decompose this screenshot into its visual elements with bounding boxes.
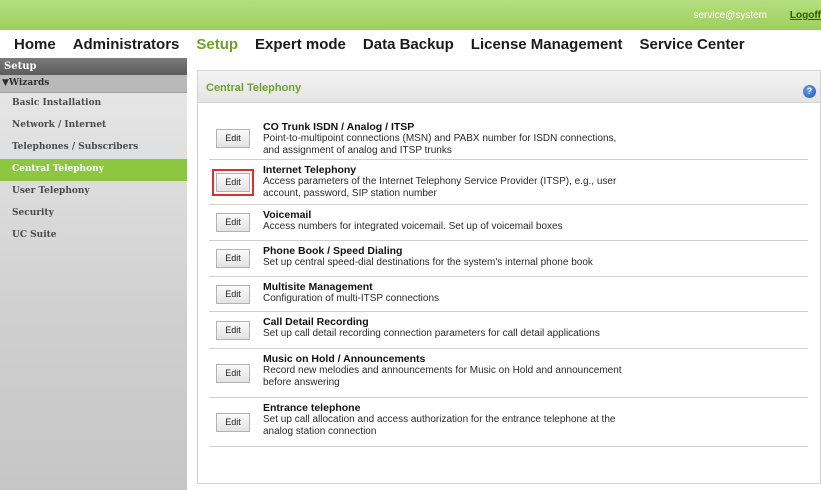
help-icon[interactable]: ? — [803, 85, 816, 98]
wizard-row-multisite: Edit Multisite Management Configuration … — [209, 277, 808, 312]
wizard-list: Edit CO Trunk ISDN / Analog / ITSP Point… — [209, 117, 808, 447]
wizard-description: Record new melodies and announcements fo… — [263, 365, 622, 376]
nav-data-backup[interactable]: Data Backup — [363, 36, 454, 53]
edit-button-entrance-telephone[interactable]: Edit — [216, 413, 250, 432]
wizard-row-entrance-telephone: Edit Entrance telephone Set up call allo… — [209, 398, 808, 447]
sidebar-item-network-internet[interactable]: Network / Internet — [0, 115, 187, 137]
wizard-description: and assignment of analog and ITSP trunks — [263, 145, 452, 156]
wizard-title: Call Detail Recording — [263, 316, 369, 328]
wizard-title: Voicemail — [263, 209, 312, 221]
wizard-row-phone-book: Edit Phone Book / Speed Dialing Set up c… — [209, 241, 808, 277]
wizards-toggle[interactable]: ▼Wizards — [0, 75, 187, 93]
central-telephony-panel: Central Telephony ? Edit CO Trunk ISDN /… — [197, 70, 821, 484]
wizard-title: CO Trunk ISDN / Analog / ITSP — [263, 121, 415, 133]
wizard-description: Access numbers for integrated voicemail.… — [263, 221, 563, 232]
edit-button-multisite[interactable]: Edit — [216, 285, 250, 304]
edit-button-co-trunk[interactable]: Edit — [216, 129, 250, 148]
top-bar: service@system Logoff — [0, 0, 821, 30]
wizard-row-internet-telephony: Edit Internet Telephony Access parameter… — [209, 160, 808, 205]
wizard-row-co-trunk: Edit CO Trunk ISDN / Analog / ITSP Point… — [209, 117, 808, 160]
wizard-description: analog station connection — [263, 426, 377, 437]
sidebar-item-central-telephony[interactable]: Central Telephony — [0, 159, 187, 181]
wizard-title: Phone Book / Speed Dialing — [263, 245, 403, 257]
logoff-link[interactable]: Logoff — [790, 10, 821, 21]
sidebar-item-basic-installation[interactable]: Basic Installation — [0, 93, 187, 115]
nav-setup[interactable]: Setup — [196, 36, 238, 53]
wizard-row-music-on-hold: Edit Music on Hold / Announcements Recor… — [209, 349, 808, 398]
nav-license-management[interactable]: License Management — [471, 36, 623, 53]
main-nav: Home Administrators Setup Expert mode Da… — [0, 30, 821, 58]
panel-title: Central Telephony — [206, 82, 302, 94]
wizard-description: Configuration of multi-ITSP connections — [263, 293, 440, 304]
wizard-row-voicemail: Edit Voicemail Access numbers for integr… — [209, 205, 808, 241]
wizard-description: Set up call allocation and access author… — [263, 414, 616, 425]
wizard-title: Internet Telephony — [263, 164, 357, 176]
wizard-title: Music on Hold / Announcements — [263, 353, 426, 365]
nav-service-center[interactable]: Service Center — [640, 36, 745, 53]
edit-button-voicemail[interactable]: Edit — [216, 213, 250, 232]
nav-expert-mode[interactable]: Expert mode — [255, 36, 346, 53]
sidebar-item-user-telephony[interactable]: User Telephony — [0, 181, 187, 203]
sidebar: Setup ▼Wizards Basic Installation Networ… — [0, 58, 187, 490]
edit-button-internet-telephony[interactable]: Edit — [212, 169, 254, 196]
nav-home[interactable]: Home — [14, 36, 56, 53]
sidebar-header: Setup — [0, 58, 187, 75]
edit-button-call-detail-recording[interactable]: Edit — [216, 321, 250, 340]
edit-button-music-on-hold[interactable]: Edit — [216, 364, 250, 383]
wizard-row-call-detail-recording: Edit Call Detail Recording Set up call d… — [209, 312, 808, 349]
wizard-description: before answering — [263, 377, 340, 388]
sidebar-item-telephones-subscribers[interactable]: Telephones / Subscribers — [0, 137, 187, 159]
wizard-description: Set up central speed-dial destinations f… — [263, 257, 593, 268]
wizard-description: account, password, SIP station number — [263, 188, 437, 199]
wizard-title: Multisite Management — [263, 281, 373, 293]
sidebar-item-security[interactable]: Security — [0, 203, 187, 225]
wizard-description: Point-to-multipoint connections (MSN) an… — [263, 133, 617, 144]
logged-in-user: service@system — [693, 10, 768, 21]
edit-button-phone-book[interactable]: Edit — [216, 249, 250, 268]
wizard-description: Access parameters of the Internet Teleph… — [263, 176, 617, 187]
sidebar-item-uc-suite[interactable]: UC Suite — [0, 225, 187, 247]
wizard-title: Entrance telephone — [263, 402, 361, 414]
nav-administrators[interactable]: Administrators — [73, 36, 180, 53]
wizard-description: Set up call detail recording connection … — [263, 328, 600, 339]
panel-header: Central Telephony ? — [198, 71, 820, 103]
